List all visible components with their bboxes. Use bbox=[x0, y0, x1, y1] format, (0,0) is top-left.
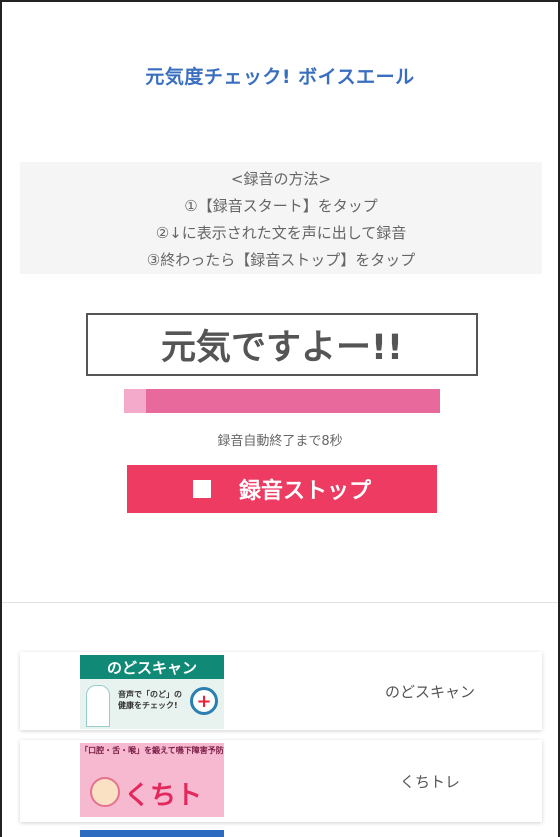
doctor-icon bbox=[86, 685, 110, 727]
stop-icon bbox=[192, 480, 211, 498]
next-card-thumbnail[interactable] bbox=[80, 830, 224, 837]
countdown-text: 録音自動終了まで8秒 bbox=[217, 434, 343, 449]
recording-progress-fill bbox=[124, 389, 147, 413]
instruction-step-1: ①【録音スタート】をタップ bbox=[184, 197, 378, 215]
nodoscan-thumb-title: のどスキャン bbox=[80, 655, 224, 679]
app-frame: 元気度チェック! ボイスエール <録音の方法> ①【録音スタート】をタップ ②↓… bbox=[0, 0, 560, 837]
instruction-step-2: ②↓に表示された文を声に出して録音 bbox=[155, 224, 407, 242]
kuchitore-thumbnail[interactable]: 「口腔・舌・喉」を鍛えて嚥下障害予防 くちトレ bbox=[80, 743, 224, 817]
nodoscan-thumb-text: 音声で「のど」の健康をチェック! bbox=[118, 690, 182, 710]
instructions-panel: <録音の方法> ①【録音スタート】をタップ ②↓に表示された文を声に出して録音 … bbox=[20, 162, 542, 274]
page-title: 元気度チェック! ボイスエール bbox=[145, 66, 415, 88]
nodoscan-label[interactable]: のどスキャン bbox=[320, 652, 540, 730]
section-divider bbox=[2, 602, 558, 603]
phrase-display: 元気ですよー!! bbox=[86, 313, 478, 376]
record-stop-label: 録音ストップ bbox=[238, 479, 371, 504]
nodoscan-thumbnail[interactable]: のどスキャン 音声で「のど」の健康をチェック! + bbox=[80, 655, 224, 729]
kuchitore-thumb-logo: くちトレ bbox=[124, 781, 203, 811]
instruction-step-3: ③終わったら【録音ストップ】をタップ bbox=[146, 251, 416, 269]
kuchitore-thumb-title: 「口腔・舌・喉」を鍛えて嚥下障害予防 bbox=[80, 746, 224, 755]
kuchitore-label[interactable]: くちトレ bbox=[320, 740, 540, 822]
instructions-heading: <録音の方法> bbox=[230, 170, 332, 188]
face-icon bbox=[90, 777, 120, 807]
recording-progress-bar bbox=[124, 389, 440, 413]
record-stop-button[interactable]: 録音ストップ bbox=[127, 465, 437, 513]
app-card-kuchitore[interactable]: 「口腔・舌・喉」を鍛えて嚥下障害予防 くちトレ くちトレ bbox=[20, 740, 542, 822]
app-card-nodoscan[interactable]: のどスキャン 音声で「のど」の健康をチェック! + のどスキャン bbox=[20, 652, 542, 730]
magnifier-icon: + bbox=[190, 687, 218, 715]
